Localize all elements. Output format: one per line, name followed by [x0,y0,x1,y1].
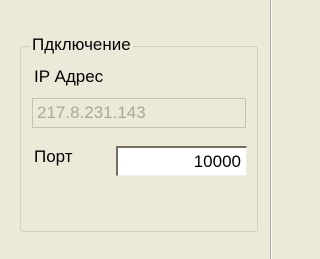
panel-edge-highlight [271,0,272,259]
port-field[interactable]: 10000 [116,146,247,176]
ip-address-field: 217.8.231.143 [32,98,246,128]
port-label: Порт [34,147,73,166]
ip-address-label: IP Адрес [34,67,104,86]
connection-groupbox-title: Пдключение [30,34,133,56]
